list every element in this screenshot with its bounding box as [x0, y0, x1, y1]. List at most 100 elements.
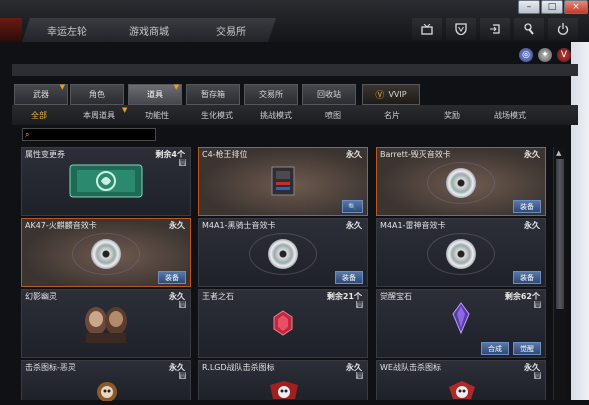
restore-button[interactable]: □ [541, 0, 563, 14]
trash-icon[interactable]: 🗑 [356, 372, 364, 379]
category-label: 回收站 [317, 90, 341, 99]
awaken-button[interactable]: 觉醒 [513, 342, 541, 355]
item-card-m4a1-thor-sound[interactable]: M4A1-雷神音效卡 永久 装备 [376, 218, 546, 287]
search-box[interactable]: ⌕ [22, 128, 156, 141]
new-mark-icon: ▼ [59, 83, 65, 91]
scroll-up-icon[interactable]: ▲ [556, 149, 561, 157]
tab-label: 游戏商城 [129, 26, 169, 38]
globe-icon[interactable]: ◎ [519, 48, 533, 62]
trash-icon[interactable]: 🗑 [356, 301, 364, 308]
red-gem-image [272, 310, 294, 340]
subtab-sprays[interactable]: 喷图 [325, 110, 341, 121]
shield-button[interactable] [446, 18, 476, 40]
header-strip [12, 64, 578, 76]
item-name: 击杀图标-恶灵 [25, 363, 76, 372]
tab-label: 幸运左轮 [47, 26, 87, 38]
scrollbar-thumb[interactable] [556, 159, 564, 309]
new-mark-icon: ▼ [173, 83, 179, 91]
trash-icon[interactable]: 🗑 [179, 372, 187, 379]
sound-card-image [249, 232, 317, 275]
item-name: 属性变更券 [25, 150, 65, 159]
skull-icon [445, 379, 479, 405]
category-label: 角色 [89, 90, 105, 99]
magnify-button[interactable]: 🔍 [342, 200, 363, 213]
category-items[interactable]: 道具 ▼ [128, 83, 182, 105]
item-duration: 永久 [169, 221, 185, 230]
subtab-rewards[interactable]: 奖励 [444, 110, 460, 121]
category-label: 交易所 [259, 90, 283, 99]
vvip-icon: Ⓥ [375, 91, 385, 101]
scrollbar[interactable]: ▲ [553, 147, 566, 400]
item-card-ak47-sound[interactable]: AK47-火麒麟音效卡 永久 装备 [21, 218, 191, 287]
exit-icon [490, 24, 500, 34]
magnify-icon: 🔍 [348, 202, 357, 211]
tv-button[interactable] [412, 18, 442, 40]
sound-card-image [72, 232, 140, 275]
item-card-attribute-ticket[interactable]: 属性变更券 剩余4个 🗑 [21, 147, 191, 216]
category-exchange[interactable]: 交易所 [244, 84, 298, 105]
badge-icon[interactable]: ✦ [538, 48, 552, 62]
close-button[interactable]: × [564, 0, 588, 14]
item-duration: 永久 [524, 150, 540, 159]
item-name: AK47-火麒麟音效卡 [25, 221, 97, 230]
category-characters[interactable]: 角色 [70, 84, 124, 105]
equip-button[interactable]: 装备 [158, 271, 186, 284]
equip-button[interactable]: 装备 [513, 271, 541, 284]
subtab-zombie-mode[interactable]: 生化模式 [201, 110, 233, 121]
trash-icon[interactable]: 🗑 [179, 301, 187, 308]
subtab-challenge-mode[interactable]: 挑战模式 [260, 110, 292, 121]
trash-icon[interactable]: 🗑 [179, 159, 187, 166]
item-card-barrett-sound[interactable]: Barrett-毁灭音效卡 永久 装备 [376, 147, 546, 216]
exit-button[interactable] [480, 18, 510, 40]
category-label: 道具 [147, 90, 163, 99]
item-name: 王者之石 [202, 292, 234, 301]
minimize-button[interactable]: – [518, 0, 540, 14]
tab-exchange[interactable]: 交易所 [186, 18, 276, 42]
item-name: WE战队击杀图标 [380, 363, 441, 372]
tv-icon [421, 23, 433, 35]
item-card-c4-ranked[interactable]: C4-枪王排位 永久 🔍 [198, 147, 368, 216]
brand-corner [0, 18, 22, 42]
sound-card-image [427, 232, 495, 275]
tab-game-mall[interactable]: 游戏商城 [104, 18, 194, 42]
subtab-weekly[interactable]: 本周道具 [83, 110, 115, 121]
item-name: M4A1-黑骑士音效卡 [202, 221, 276, 230]
category-vvip[interactable]: Ⓥ VVIP [362, 84, 420, 105]
item-card-kill-icon-ghost[interactable]: 击杀图标-恶灵 永久 🗑 [21, 360, 191, 402]
search-icon: ⌕ [25, 130, 30, 139]
trash-icon[interactable]: 🗑 [534, 372, 542, 379]
subtab-all[interactable]: 全部 [31, 110, 47, 121]
tab-label: 交易所 [216, 26, 246, 38]
synthesize-button[interactable]: 合成 [481, 342, 509, 355]
item-name: M4A1-雷神音效卡 [380, 221, 446, 230]
tab-lucky-wheel[interactable]: 幸运左轮 [22, 18, 112, 42]
power-button[interactable] [548, 18, 578, 40]
equip-button[interactable]: 装备 [335, 271, 363, 284]
v-logo-icon[interactable]: V [557, 48, 571, 62]
skull-icon [267, 379, 301, 405]
item-card-we-kill-icon[interactable]: WE战队击杀图标 永久 🗑 [376, 360, 546, 400]
subtab-battlefield-mode[interactable]: 战场模式 [494, 110, 526, 121]
subtab-cards[interactable]: 名片 [384, 110, 400, 121]
item-duration: 永久 [346, 150, 362, 159]
subtab-functional[interactable]: 功能性 [145, 110, 169, 121]
item-card-m4a1-black-knight-sound[interactable]: M4A1-黑骑士音效卡 永久 装备 [198, 218, 368, 287]
category-recycle-bin[interactable]: 回收站 [302, 84, 356, 105]
category-storage[interactable]: 暂存箱 [186, 84, 240, 105]
new-mark-icon: ▼ [122, 106, 128, 114]
trash-icon[interactable]: 🗑 [534, 301, 542, 308]
settings-button[interactable] [514, 18, 544, 40]
category-weapons[interactable]: 武器 ▼ [14, 83, 68, 105]
c4-image [268, 164, 298, 202]
item-card-rlgd-kill-icon[interactable]: R.LGD战队击杀图标 永久 🗑 [198, 360, 368, 400]
search-input[interactable] [35, 129, 153, 140]
item-card-king-stone[interactable]: 王者之石 剩余21个 🗑 [198, 289, 368, 358]
ticket-image [69, 164, 143, 202]
restore-icon: □ [547, 2, 557, 12]
equip-button[interactable]: 装备 [513, 200, 541, 213]
item-card-awakening-gem[interactable]: 觉醒宝石 剩余62个 🗑 合成 觉醒 [376, 289, 546, 358]
window-frame [571, 0, 589, 400]
item-card-phantom-ghost[interactable]: 幻影幽灵 永久 🗑 [21, 289, 191, 358]
item-name: 觉醒宝石 [380, 292, 412, 301]
item-duration: 永久 [524, 221, 540, 230]
